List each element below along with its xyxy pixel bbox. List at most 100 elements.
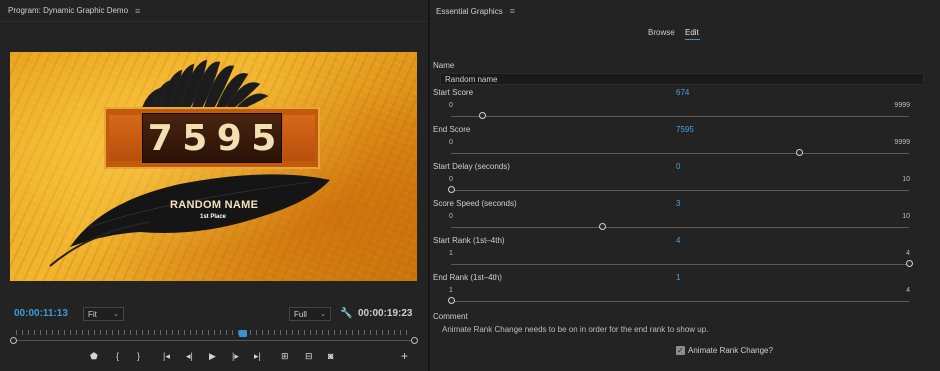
zoom-fit-select[interactable]: Fit ⌄ — [83, 307, 124, 321]
chevron-down-icon: ⌄ — [113, 311, 119, 318]
program-monitor-panel: Program: Dynamic Graphic Demo ≡ 7 5 9 5 … — [0, 0, 428, 371]
param-value[interactable]: 1 — [676, 273, 680, 282]
slider-track[interactable] — [451, 301, 909, 302]
mark-in-icon[interactable]: { — [116, 351, 119, 361]
button-editor-plus-icon[interactable]: + — [401, 349, 408, 363]
param-slider[interactable] — [451, 223, 909, 231]
score-digit: 5 — [251, 117, 277, 159]
essential-graphics-panel: Essential Graphics ≡ Browse Edit Name St… — [430, 0, 940, 371]
param-min: 0 — [449, 102, 453, 109]
comment-label: Comment — [433, 312, 468, 321]
param-max: 10 — [902, 176, 910, 183]
param-min: 1 — [449, 287, 453, 294]
param-slider[interactable] — [451, 260, 913, 268]
slider-knob[interactable] — [448, 186, 455, 193]
slider-track[interactable] — [451, 116, 909, 117]
play-icon[interactable]: ▶ — [209, 351, 216, 362]
wrench-settings-icon[interactable]: 🔧 — [340, 308, 352, 319]
score-display: 7 5 9 5 — [104, 107, 320, 169]
zoom-fit-value: Fit — [88, 309, 97, 319]
time-ruler[interactable] — [16, 330, 412, 335]
playback-resolution-select[interactable]: Full ⌄ — [289, 307, 331, 321]
param-slider[interactable] — [448, 186, 909, 194]
slider-knob[interactable] — [478, 112, 486, 119]
param-label: Start Delay (seconds) — [433, 162, 510, 171]
param-value[interactable]: 3 — [676, 199, 680, 208]
param-value[interactable]: 0 — [676, 162, 680, 171]
param-slider[interactable] — [451, 112, 909, 120]
slider-knob[interactable] — [906, 260, 913, 267]
slider-knob[interactable] — [599, 223, 607, 230]
monitor-timeline[interactable] — [10, 330, 418, 344]
add-marker-icon[interactable]: ⬟ — [90, 351, 98, 362]
lift-icon[interactable]: ⊞ — [281, 351, 289, 362]
slider-knob[interactable] — [796, 149, 804, 156]
timeline-track[interactable] — [14, 340, 414, 341]
step-back-icon[interactable]: ◂| — [186, 351, 193, 362]
hamburger-menu-icon[interactable]: ≡ — [510, 6, 515, 16]
preview-name-text: RANDOM NAME — [170, 199, 259, 211]
monitor-status-bar: 00:00:11:13 Fit ⌄ Full ⌄ 🔧 00:00:19:23 — [0, 306, 428, 324]
animate-rank-change-checkbox[interactable]: ✓ — [676, 346, 685, 355]
param-value[interactable]: 4 — [676, 236, 680, 245]
param-label: Start Score — [433, 88, 474, 97]
zoom-handle-left[interactable] — [10, 337, 17, 344]
param-label: Score Speed (seconds) — [433, 199, 517, 208]
param-label: Start Rank (1st–4th) — [433, 236, 505, 245]
score-box-left-panel — [109, 115, 141, 161]
slider-track[interactable] — [451, 264, 909, 265]
eg-panel-title: Essential Graphics — [436, 6, 503, 16]
score-digit: 7 — [147, 117, 173, 159]
param-value[interactable]: 7595 — [676, 125, 694, 134]
go-to-out-icon[interactable]: ▸| — [254, 351, 261, 362]
hamburger-menu-icon[interactable]: ≡ — [135, 6, 140, 16]
name-input[interactable] — [440, 73, 924, 85]
zoom-handle-right[interactable] — [411, 337, 418, 344]
go-to-in-icon[interactable]: |◂ — [163, 351, 170, 362]
active-tab-indicator — [685, 39, 700, 40]
preview-place-text: 1st Place — [200, 214, 227, 220]
score-box-right-panel — [283, 115, 315, 161]
slider-track[interactable] — [451, 190, 909, 191]
comment-text: Animate Rank Change needs to be on in or… — [442, 325, 709, 334]
animate-rank-change-control[interactable]: ✓ Animate Rank Change? — [676, 346, 773, 355]
param-max: 4 — [906, 250, 910, 257]
transport-controls: ⬟ { } |◂ ◂| ▶ |▸ ▸| ⊞ ⊟ ◙ + — [0, 349, 428, 365]
tab-browse[interactable]: Browse — [648, 28, 675, 37]
mark-out-icon[interactable]: } — [137, 351, 140, 361]
playhead[interactable] — [238, 330, 247, 337]
playback-resolution-value: Full — [294, 309, 307, 319]
chevron-down-icon: ⌄ — [320, 311, 326, 318]
duration-timecode: 00:00:19:23 — [358, 308, 413, 319]
export-frame-icon[interactable]: ◙ — [328, 351, 333, 361]
name-label: Name — [433, 61, 455, 70]
param-max: 4 — [906, 287, 910, 294]
param-slider[interactable] — [451, 149, 909, 157]
program-panel-header: Program: Dynamic Graphic Demo ≡ — [0, 0, 428, 22]
eg-tabs: Browse Edit — [430, 28, 940, 42]
animate-rank-change-label: Animate Rank Change? — [688, 346, 773, 355]
slider-track[interactable] — [451, 153, 909, 154]
param-min: 0 — [449, 139, 453, 146]
score-digit: 9 — [216, 117, 242, 159]
param-label: End Score — [433, 125, 471, 134]
extract-icon[interactable]: ⊟ — [305, 351, 313, 362]
tab-edit[interactable]: Edit — [685, 28, 699, 37]
current-timecode[interactable]: 00:00:11:13 — [14, 308, 68, 319]
score-digits: 7 5 9 5 — [142, 113, 282, 163]
slider-knob[interactable] — [448, 297, 455, 304]
video-preview: 7 5 9 5 RANDOM NAME 1st Place — [10, 52, 417, 281]
slider-track[interactable] — [451, 227, 909, 228]
eg-panel-header: Essential Graphics ≡ — [430, 0, 940, 22]
param-max: 10 — [902, 213, 910, 220]
param-max: 9999 — [894, 102, 910, 109]
param-min: 0 — [449, 176, 453, 183]
param-min: 0 — [449, 213, 453, 220]
param-min: 1 — [449, 250, 453, 257]
param-value[interactable]: 674 — [676, 88, 689, 97]
param-label: End Rank (1st–4th) — [433, 273, 502, 282]
score-digit: 5 — [182, 117, 208, 159]
program-panel-title: Program: Dynamic Graphic Demo — [8, 6, 129, 15]
step-forward-icon[interactable]: |▸ — [232, 351, 239, 362]
param-slider[interactable] — [448, 297, 909, 305]
